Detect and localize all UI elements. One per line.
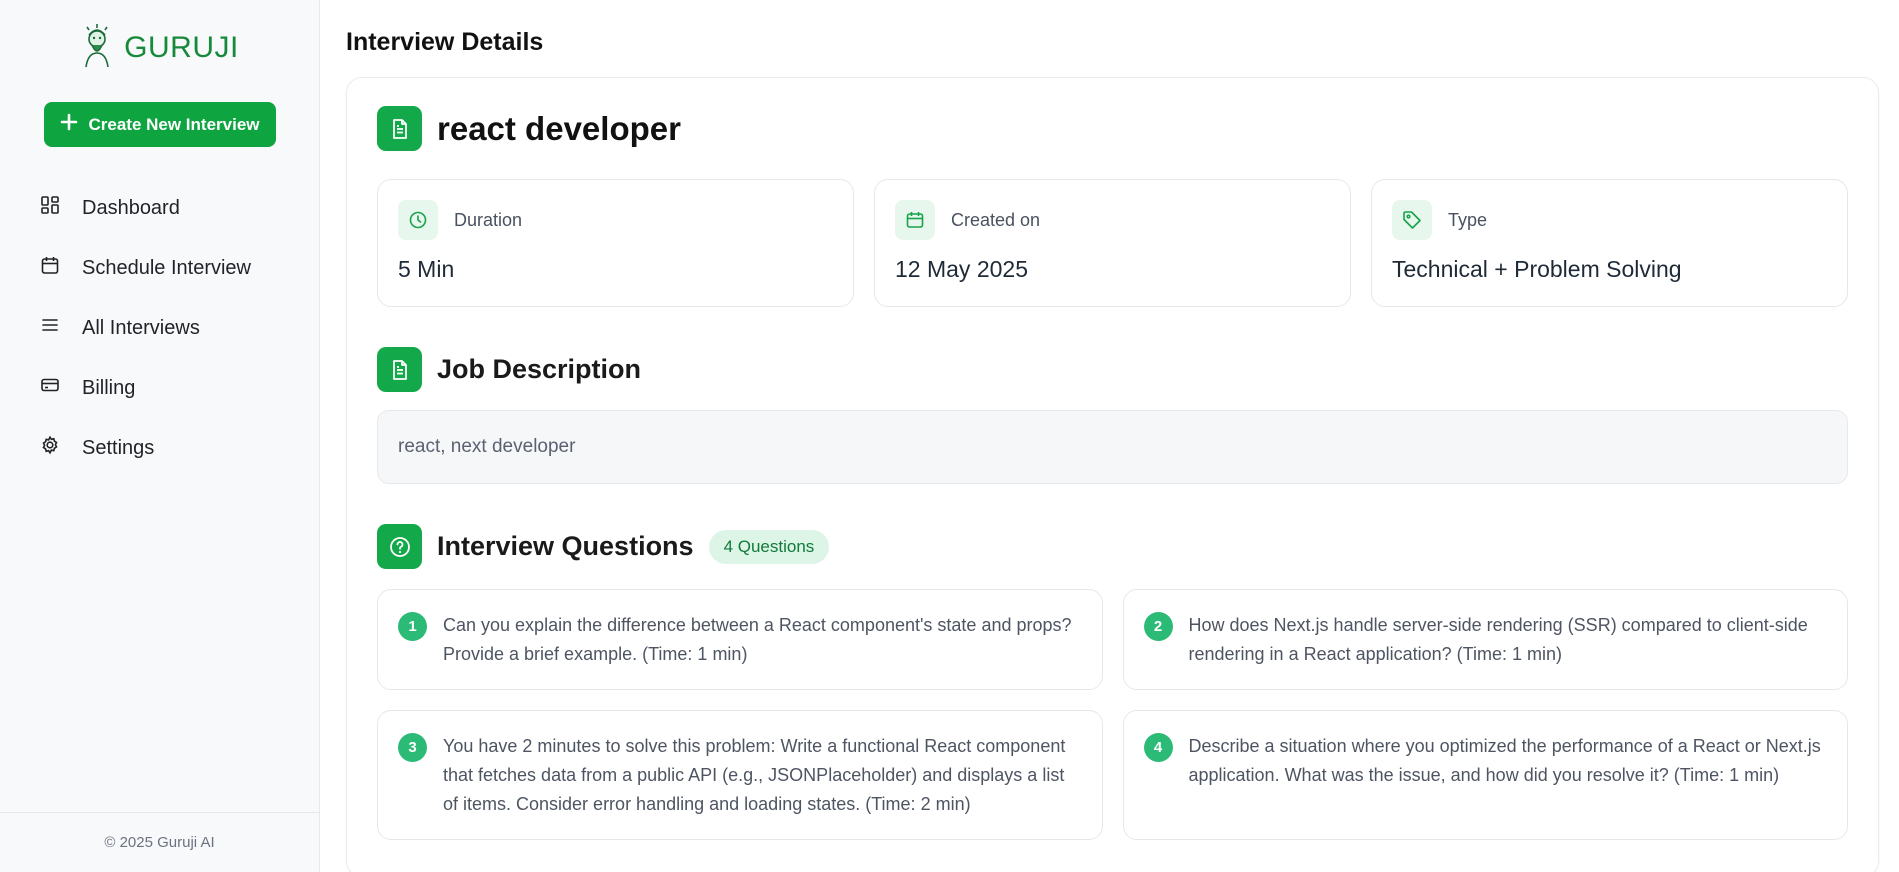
question-number: 2	[1143, 612, 1173, 641]
document-icon	[377, 347, 422, 392]
sidebar-item-label: Settings	[82, 436, 155, 459]
dashboard-icon	[40, 195, 60, 221]
sidebar-footer: © 2025 Guruji AI	[0, 812, 319, 872]
info-label: Type	[1448, 209, 1488, 230]
questions-count-badge: 4 Questions	[708, 529, 830, 564]
info-created-on: Created on 12 May 2025	[874, 179, 1351, 307]
question-text: How does Next.js handle server-side rend…	[1188, 615, 1808, 664]
info-label: Created on	[951, 209, 1041, 230]
job-description-text: react, next developer	[377, 410, 1848, 484]
question-number: 4	[1143, 733, 1173, 762]
page-title: Interview Details	[346, 28, 544, 56]
questions-header: Interview Questions 4 Questions	[377, 524, 1848, 569]
sidebar: GURUJI Create New Interview Dashboard Sc…	[0, 0, 320, 872]
interview-details-card: react developer Duration 5 Min Created o…	[346, 77, 1879, 872]
job-description-title: Job Description	[437, 354, 642, 384]
question-circle-icon	[377, 524, 422, 569]
brand[interactable]: GURUJI	[0, 0, 319, 74]
question-card: 2 How does Next.js handle server-side re…	[1122, 589, 1848, 690]
info-value: 5 Min	[398, 256, 455, 282]
question-card: 4 Describe a situation where you optimiz…	[1122, 710, 1848, 840]
role-title: react developer	[437, 109, 681, 147]
plus-icon	[60, 113, 78, 136]
sidebar-item-dashboard[interactable]: Dashboard	[0, 178, 319, 238]
sidebar-item-billing[interactable]: Billing	[0, 358, 319, 418]
list-icon	[40, 315, 60, 341]
question-text: You have 2 minutes to solve this problem…	[443, 736, 1066, 814]
sidebar-item-all-interviews[interactable]: All Interviews	[0, 298, 319, 358]
gear-icon	[40, 435, 60, 461]
guru-logo-icon	[80, 23, 114, 74]
create-new-interview-label: Create New Interview	[88, 114, 260, 134]
create-new-interview-button[interactable]: Create New Interview	[44, 102, 276, 147]
sidebar-item-settings[interactable]: Settings	[0, 418, 319, 478]
question-text: Can you explain the difference between a…	[443, 615, 1072, 664]
info-type: Type Technical + Problem Solving	[1371, 179, 1848, 307]
questions-title: Interview Questions	[437, 531, 694, 561]
info-value: Technical + Problem Solving	[1392, 256, 1682, 282]
question-card: 3 You have 2 minutes to solve this probl…	[377, 710, 1103, 840]
calendar-icon	[895, 200, 935, 240]
info-value: 12 May 2025	[895, 256, 1028, 282]
sidebar-item-label: Billing	[82, 376, 136, 399]
brand-name: GURUJI	[124, 31, 239, 64]
question-card: 1 Can you explain the difference between…	[377, 589, 1103, 690]
question-number: 3	[398, 733, 427, 762]
question-number: 1	[398, 612, 427, 641]
role-header: react developer	[377, 106, 1848, 151]
info-label: Duration	[454, 209, 523, 230]
clock-icon	[398, 200, 438, 240]
document-icon	[377, 106, 422, 151]
info-duration: Duration 5 Min	[377, 179, 854, 307]
sidebar-nav: Dashboard Schedule Interview All Intervi…	[0, 178, 319, 478]
question-text: Describe a situation where you optimized…	[1188, 736, 1821, 785]
sidebar-item-label: All Interviews	[82, 316, 200, 339]
main-content: Interview Details react developer Durati…	[320, 0, 1899, 872]
sidebar-item-label: Schedule Interview	[82, 256, 251, 279]
sidebar-item-schedule-interview[interactable]: Schedule Interview	[0, 238, 319, 298]
sidebar-item-label: Dashboard	[82, 196, 180, 219]
job-description-header: Job Description	[377, 347, 1848, 392]
info-row: Duration 5 Min Created on 12 May 2025 Ty…	[377, 179, 1848, 307]
tag-icon	[1392, 200, 1432, 240]
calendar-icon	[40, 255, 60, 281]
credit-card-icon	[40, 375, 60, 401]
questions-grid: 1 Can you explain the difference between…	[377, 589, 1848, 840]
